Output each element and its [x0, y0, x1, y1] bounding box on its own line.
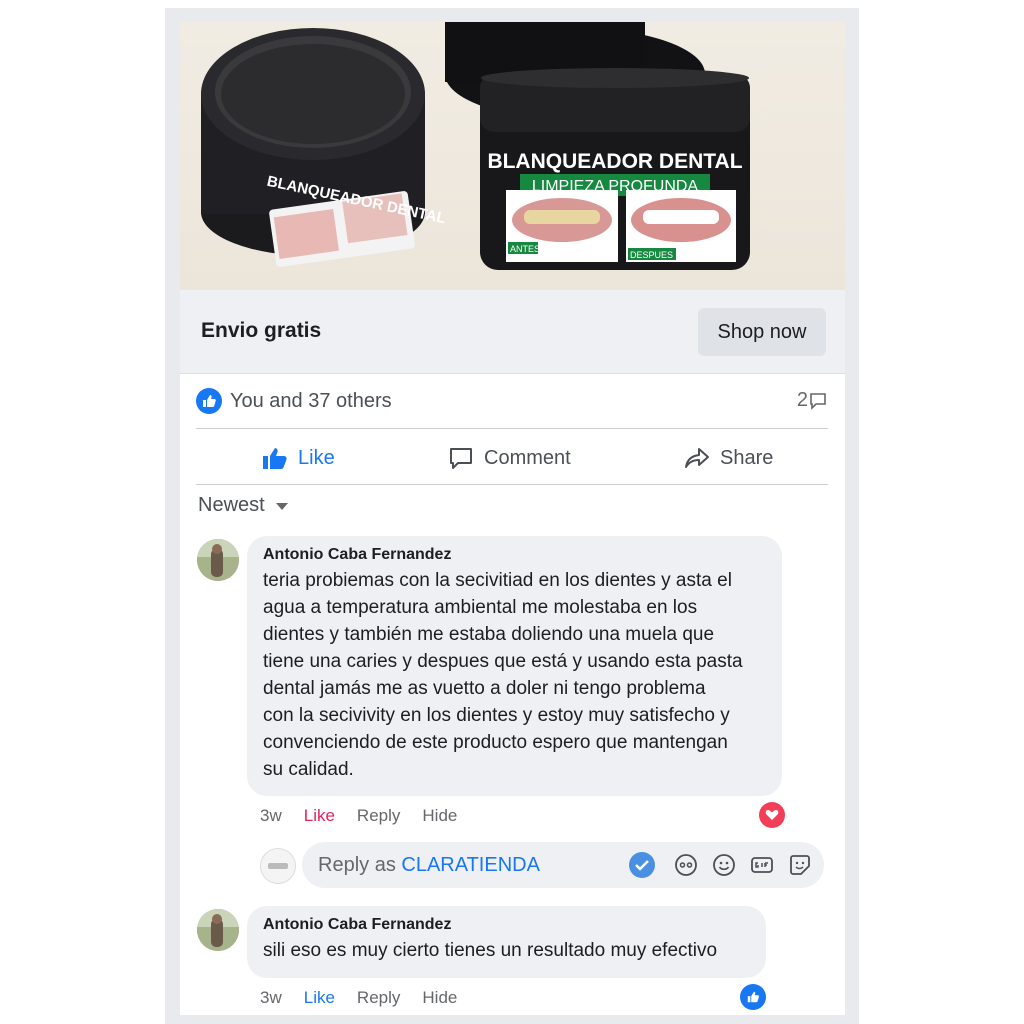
share-label: Share: [720, 446, 774, 469]
comment-label: Comment: [484, 446, 571, 469]
product-label: BLANQUEADOR DENTAL: [487, 150, 742, 173]
share-button[interactable]: Share: [684, 436, 773, 480]
love-reaction-icon[interactable]: [759, 802, 785, 828]
comment-count-value: 2: [796, 389, 808, 411]
gif-icon[interactable]: [750, 853, 774, 877]
avatar-sticker-icon[interactable]: [674, 853, 698, 877]
like-label: Like: [298, 446, 335, 469]
share-icon: [685, 448, 709, 468]
reactions-bar: You and 37 others 2: [196, 385, 830, 419]
thumbs-up-icon: [263, 448, 287, 469]
reply-prefix: Reply as: [318, 854, 402, 876]
comment-count[interactable]: 2: [797, 389, 828, 412]
comment-bubble: Antonio Caba Fernandez teria probiemas c…: [247, 536, 782, 796]
comment-sort-dropdown[interactable]: Newest: [198, 494, 289, 517]
ad-footer: Envio gratis Shop now: [180, 290, 845, 374]
post-actions: Like Comment Share: [196, 436, 828, 480]
avatar[interactable]: [197, 539, 239, 581]
comment-bubble-icon: [810, 392, 826, 410]
comment-bubble: Antonio Caba Fernandez sili eso es muy c…: [247, 906, 766, 978]
comment-time[interactable]: 3w: [260, 988, 282, 1008]
divider: [196, 428, 828, 429]
comment-icon: [450, 448, 472, 469]
ad-headline: Envio gratis: [201, 319, 322, 342]
before-label: ANTES: [510, 244, 540, 254]
comment-author[interactable]: Antonio Caba Fernandez: [263, 546, 766, 564]
comment-text: teria probiemas con la secivitiad en los…: [263, 570, 743, 780]
ad-image[interactable]: BLANQUEADOR DENTAL BLANQUEADOR DENTAL LI…: [180, 22, 845, 290]
comment-hide-button[interactable]: Hide: [422, 806, 457, 826]
verified-icon: [629, 852, 655, 878]
like-reaction-icon: [196, 388, 222, 414]
comment-reply-button[interactable]: Reply: [357, 988, 400, 1008]
comment-meta: 3w Like Reply Hide: [260, 806, 479, 826]
comment-hide-button[interactable]: Hide: [422, 988, 457, 1008]
reply-page-name: CLARATIENDA: [401, 854, 540, 876]
comment-like-button[interactable]: Like: [304, 988, 335, 1008]
reply-placeholder: Reply as CLARATIENDA: [318, 854, 540, 877]
comment-meta: 3w Like Reply Hide: [260, 988, 479, 1008]
page-avatar: [260, 848, 296, 884]
sort-label: Newest: [198, 494, 265, 516]
avatar[interactable]: [197, 909, 239, 951]
like-reaction-icon[interactable]: [740, 984, 766, 1010]
reaction-summary[interactable]: You and 37 others: [230, 390, 392, 413]
emoji-icon[interactable]: [712, 853, 736, 877]
caret-down-icon: [275, 502, 288, 510]
like-button[interactable]: Like: [262, 436, 335, 480]
comment-button[interactable]: Comment: [448, 436, 571, 480]
comment-like-button[interactable]: Like: [304, 806, 335, 826]
after-label: DESPUES: [630, 250, 673, 260]
comment-time[interactable]: 3w: [260, 806, 282, 826]
sticker-icon[interactable]: [788, 853, 812, 877]
reply-input[interactable]: Reply as CLARATIENDA: [302, 842, 824, 888]
shop-now-button[interactable]: Shop now: [698, 308, 826, 356]
product-photo: BLANQUEADOR DENTAL BLANQUEADOR DENTAL LI…: [201, 22, 750, 270]
divider: [196, 484, 828, 485]
comment-text: sili eso es muy cierto tienes un resulta…: [263, 940, 718, 961]
comment-author[interactable]: Antonio Caba Fernandez: [263, 916, 750, 934]
comment-reply-button[interactable]: Reply: [357, 806, 400, 826]
